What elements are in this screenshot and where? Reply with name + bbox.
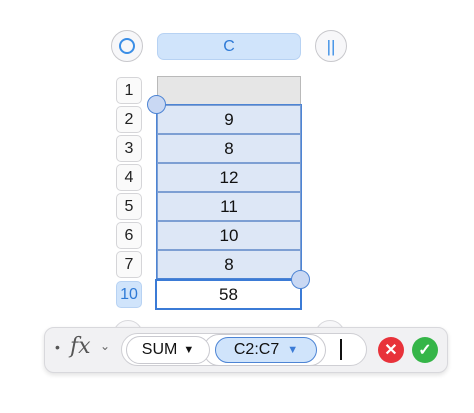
cell-c6[interactable]: 10 xyxy=(157,221,301,250)
row-number: 10 xyxy=(120,285,138,303)
function-name: SUM xyxy=(141,341,178,358)
row-header-3[interactable]: 3 xyxy=(116,135,142,162)
cell-c3[interactable]: 8 xyxy=(157,134,301,163)
cell-value: 12 xyxy=(219,167,239,187)
row-header-5[interactable]: 5 xyxy=(116,193,142,220)
cell-c5[interactable]: 11 xyxy=(157,192,301,221)
row-number: 6 xyxy=(124,226,134,244)
select-all-button[interactable] xyxy=(111,30,143,62)
row-number: 5 xyxy=(124,197,134,215)
cell-c2[interactable]: 9 xyxy=(157,105,301,134)
function-token-sum[interactable]: SUM ▼ xyxy=(126,336,210,364)
row-header-6[interactable]: 6 xyxy=(116,222,142,249)
range-reference: C2:C7 xyxy=(233,341,280,358)
chevron-down-icon: ⌄ xyxy=(100,339,111,353)
cell-c7[interactable]: 8 xyxy=(157,250,301,279)
row-header-10[interactable]: 10 xyxy=(116,281,142,308)
column-header-c[interactable]: C xyxy=(157,33,301,60)
selection-end-handle[interactable] xyxy=(291,270,310,289)
pause-bars-icon: || xyxy=(326,36,336,56)
formula-bar-bullet: • xyxy=(55,339,60,355)
checkmark-icon: ✓ xyxy=(418,342,432,359)
text-cursor xyxy=(340,339,342,360)
circle-icon xyxy=(119,38,135,54)
row-number: 4 xyxy=(124,168,134,186)
cell-value: 8 xyxy=(224,254,234,274)
range-token[interactable]: C2:C7 ▼ xyxy=(215,337,317,363)
cell-value: 11 xyxy=(220,196,238,216)
cell-value: 10 xyxy=(219,225,239,245)
row-number: 2 xyxy=(124,110,134,128)
function-icon: fx xyxy=(70,334,91,359)
accept-button[interactable]: ✓ xyxy=(412,337,438,363)
column-header-label: C xyxy=(223,37,235,55)
cell-c1[interactable] xyxy=(157,76,301,105)
row-header-2[interactable]: 2 xyxy=(116,106,142,133)
row-number: 7 xyxy=(124,255,134,273)
row-header-4[interactable]: 4 xyxy=(116,164,142,191)
dropdown-triangle-icon: ▼ xyxy=(183,344,195,356)
close-icon: ✕ xyxy=(384,342,398,359)
cell-value: 58 xyxy=(219,284,238,304)
cell-value: 9 xyxy=(224,109,234,129)
selection-start-handle[interactable] xyxy=(147,95,166,114)
row-header-1[interactable]: 1 xyxy=(116,77,142,104)
row-number: 3 xyxy=(124,139,134,157)
dropdown-triangle-icon: ▼ xyxy=(287,344,299,356)
cell-c10-result[interactable]: 58 xyxy=(155,279,302,310)
cell-c4[interactable]: 12 xyxy=(157,163,301,192)
cancel-button[interactable]: ✕ xyxy=(378,337,404,363)
cell-value: 8 xyxy=(224,138,234,158)
row-number: 1 xyxy=(124,81,134,99)
column-controls-button[interactable]: || xyxy=(315,30,347,62)
row-header-7[interactable]: 7 xyxy=(116,251,142,278)
